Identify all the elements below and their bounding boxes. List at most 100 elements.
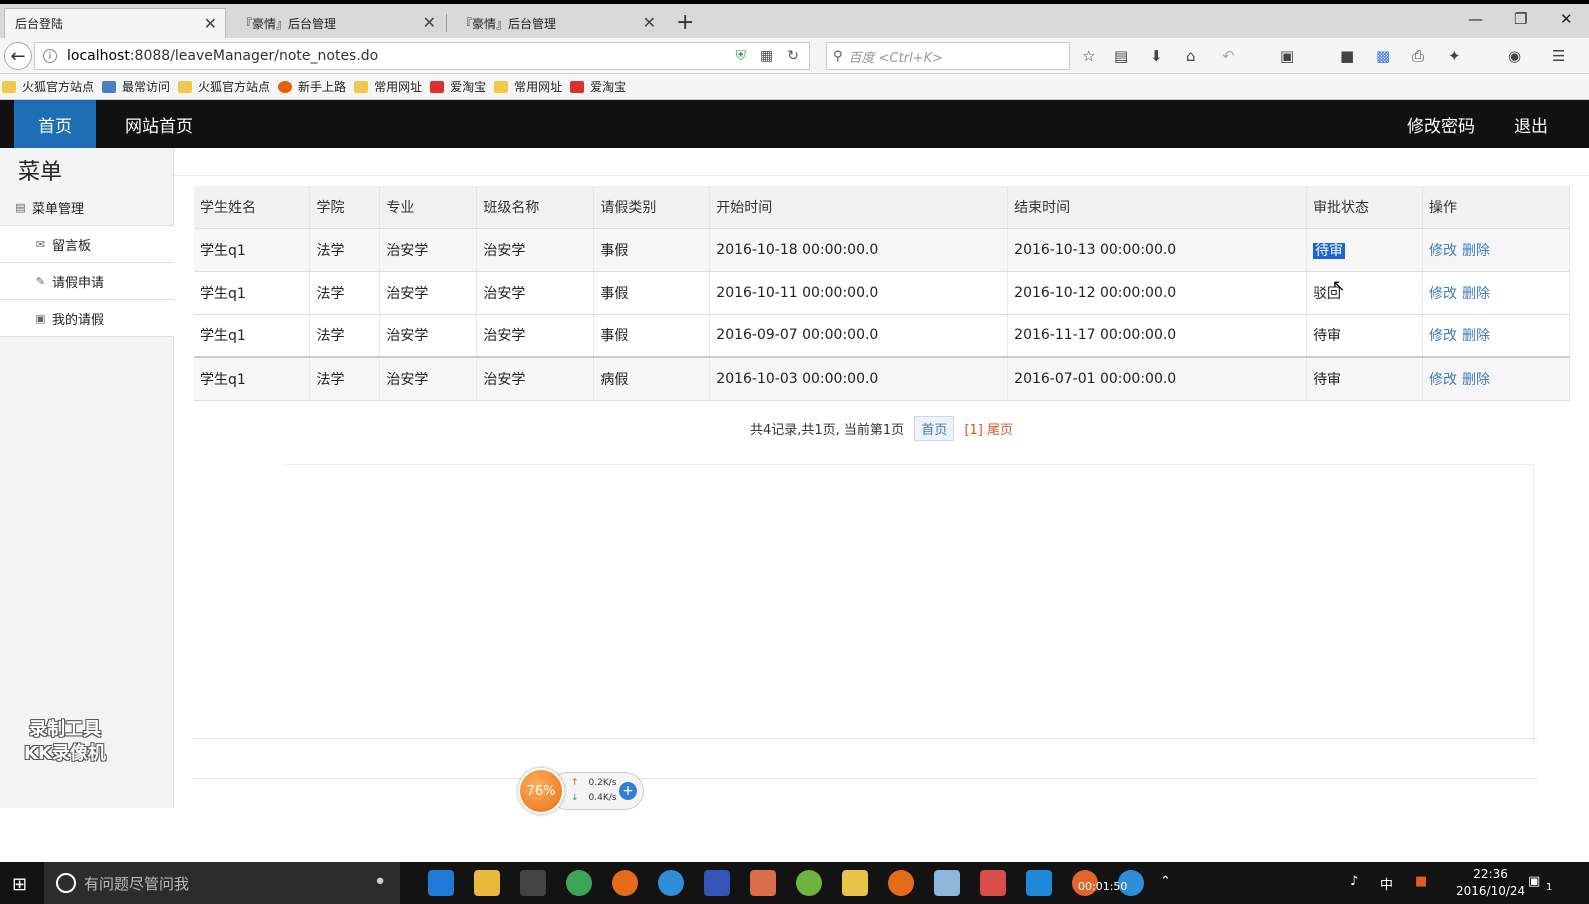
star-folder-icon: [102, 80, 117, 93]
sidebar-item-leave-apply[interactable]: ✎ 请假申请: [0, 263, 174, 300]
clock-date: 2016/10/24: [1456, 884, 1526, 898]
folder-icon: [178, 80, 193, 93]
network-speed-widget[interactable]: 76% ↑ 0.2K/s ↓ 0.4K/s +: [518, 768, 644, 814]
back-arrow-icon[interactable]: ←: [4, 42, 32, 70]
firefox-icon[interactable]: [612, 870, 638, 896]
column-header: 学院: [309, 186, 381, 229]
cell-start: 2016-09-07 00:00:00.0: [709, 314, 1009, 358]
delete-link[interactable]: 删除: [1462, 328, 1490, 344]
wps-icon[interactable]: ■: [1415, 874, 1427, 889]
cortana-placeholder: 有问题尽管问我: [84, 874, 190, 893]
windows-taskbar: ⊞ 有问题尽管问我 ⚫ ⌃ 中 ♪ ■ 22:36 2016/10/24 ▣ 1: [0, 862, 1589, 904]
image-tool-icon[interactable]: [750, 870, 776, 896]
sidebar: 菜单 ▤ 菜单管理 ✉ 留言板 ✎ 请假申请 ▣ 我的请假 录制工具 KK录像机: [0, 148, 174, 808]
eclipse-icon[interactable]: [704, 870, 730, 896]
edge-icon[interactable]: [428, 870, 454, 896]
notepad-icon[interactable]: [934, 870, 960, 896]
bookmark-item[interactable]: 爱淘宝: [430, 78, 486, 95]
firefox-active-icon[interactable]: [888, 870, 914, 896]
current-page-link[interactable]: [1]: [964, 423, 982, 438]
chat-icon[interactable]: ◉: [1508, 47, 1521, 65]
clock[interactable]: 22:36 2016/10/24: [1456, 866, 1525, 900]
cell-status: 待审: [1306, 314, 1424, 358]
restore-icon[interactable]: ❐: [1514, 10, 1527, 28]
sidebar-section-menu[interactable]: ▤ 菜单管理: [0, 190, 174, 226]
last-page-link[interactable]: 尾页: [987, 423, 1013, 438]
bookmark-item[interactable]: 最常访问: [102, 78, 170, 95]
column-header: 审批状态: [1306, 186, 1424, 229]
bookmark-item[interactable]: 火狐官方站点: [2, 78, 94, 95]
download-icon[interactable]: ⬇: [1150, 47, 1163, 65]
edit-link[interactable]: 修改: [1429, 328, 1457, 344]
edit-link[interactable]: 修改: [1429, 286, 1457, 302]
nav-home[interactable]: 首页: [14, 100, 96, 148]
logout-link[interactable]: 退出: [1506, 100, 1556, 148]
spring-icon[interactable]: [796, 870, 822, 896]
minimize-icon[interactable]: —: [1468, 10, 1483, 28]
notification-icon[interactable]: ▣: [1528, 874, 1540, 889]
speed-percent-ball[interactable]: 76%: [518, 768, 564, 814]
delete-link[interactable]: 删除: [1462, 286, 1490, 302]
new-tab-button[interactable]: +: [676, 10, 694, 35]
tab-close-icon[interactable]: ✕: [204, 14, 217, 33]
undo-icon[interactable]: ↶: [1222, 47, 1235, 65]
windows-start-icon[interactable]: ⊞: [12, 874, 27, 895]
first-page-button[interactable]: 首页: [914, 416, 955, 441]
delete-link[interactable]: 删除: [1462, 372, 1490, 388]
delete-link[interactable]: 删除: [1462, 243, 1490, 259]
tab-login[interactable]: 后台登陆 ✕: [4, 8, 226, 38]
window-close-icon[interactable]: ✕: [1560, 10, 1573, 28]
cell-end: 2016-11-17 00:00:00.0: [1007, 314, 1308, 358]
bookmark-item[interactable]: 火狐官方站点: [178, 78, 270, 95]
reading-list-icon[interactable]: ▤: [1114, 47, 1128, 65]
microphone-icon[interactable]: ⚫: [374, 874, 386, 890]
info-icon[interactable]: i: [43, 49, 57, 63]
volume-icon[interactable]: ♪: [1350, 874, 1358, 889]
content-top-strip: [174, 148, 1589, 176]
taobao-icon: [430, 80, 445, 93]
file-explorer-icon[interactable]: [474, 870, 500, 896]
menu-icon[interactable]: ☰: [1552, 47, 1565, 65]
sidebar-item-my-leave[interactable]: ▣ 我的请假: [0, 300, 174, 337]
main-content: 学生姓名 学院 专业 班级名称 请假类别 开始时间 结束时间 审批状态 操作 学…: [174, 148, 1589, 808]
edit-link[interactable]: 修改: [1429, 243, 1457, 259]
extension-jh-icon[interactable]: ▩: [1376, 47, 1390, 65]
search-placeholder: 百度 <Ctrl+K>: [848, 50, 943, 66]
search-input[interactable]: ⚲ 百度 <Ctrl+K>: [826, 42, 1070, 70]
chrome-icon[interactable]: [566, 870, 592, 896]
edit-link[interactable]: 修改: [1429, 372, 1457, 388]
qr-code-icon[interactable]: ▦: [760, 48, 773, 64]
shield-icon[interactable]: ⛨: [736, 48, 747, 64]
nav-site-home[interactable]: 网站首页: [110, 100, 208, 148]
reload-icon[interactable]: ↻: [787, 48, 799, 64]
extension-icon[interactable]: ✦: [1448, 47, 1461, 65]
tab-close-icon[interactable]: ✕: [423, 13, 436, 32]
bookmark-item[interactable]: 新手上路: [278, 78, 346, 95]
tab-admin-2[interactable]: 『豪情』后台管理 ✕: [450, 8, 664, 38]
bookmark-star-icon[interactable]: ☆: [1082, 47, 1095, 65]
sogou-icon[interactable]: [658, 870, 684, 896]
plus-icon[interactable]: +: [619, 782, 637, 800]
cell-actions: 修改 删除: [1422, 356, 1570, 401]
crop-icon[interactable]: ▣: [1280, 47, 1294, 65]
printer-icon[interactable]: ⎙: [1412, 47, 1424, 65]
change-password-link[interactable]: 修改密码: [1396, 100, 1486, 148]
cortana-search-input[interactable]: 有问题尽管问我 ⚫: [44, 862, 400, 904]
tab-close-icon[interactable]: ✕: [643, 13, 656, 32]
navicat-icon[interactable]: [842, 870, 868, 896]
black-square-icon[interactable]: ■: [1340, 47, 1354, 65]
tray-expand-icon[interactable]: ⌃: [1160, 874, 1171, 889]
filezilla-icon[interactable]: [980, 870, 1006, 896]
home-icon[interactable]: ⌂: [1186, 47, 1196, 65]
tab-title: 后台登陆: [15, 17, 64, 31]
sidebar-item-message-board[interactable]: ✉ 留言板: [0, 226, 174, 263]
bookmark-item[interactable]: 爱淘宝: [570, 78, 626, 95]
download-speed: ↓ 0.4K/s: [571, 793, 617, 803]
bookmark-item[interactable]: 常用网址: [494, 78, 562, 95]
ime-indicator[interactable]: 中: [1380, 874, 1393, 893]
tab-admin-1[interactable]: 『豪情』后台管理 ✕: [230, 8, 444, 38]
url-bar[interactable]: i localhost:8088/leaveManager/note_notes…: [34, 42, 810, 70]
editor-icon[interactable]: [1026, 870, 1052, 896]
bookmark-item[interactable]: 常用网址: [354, 78, 422, 95]
store-icon[interactable]: [520, 870, 546, 896]
